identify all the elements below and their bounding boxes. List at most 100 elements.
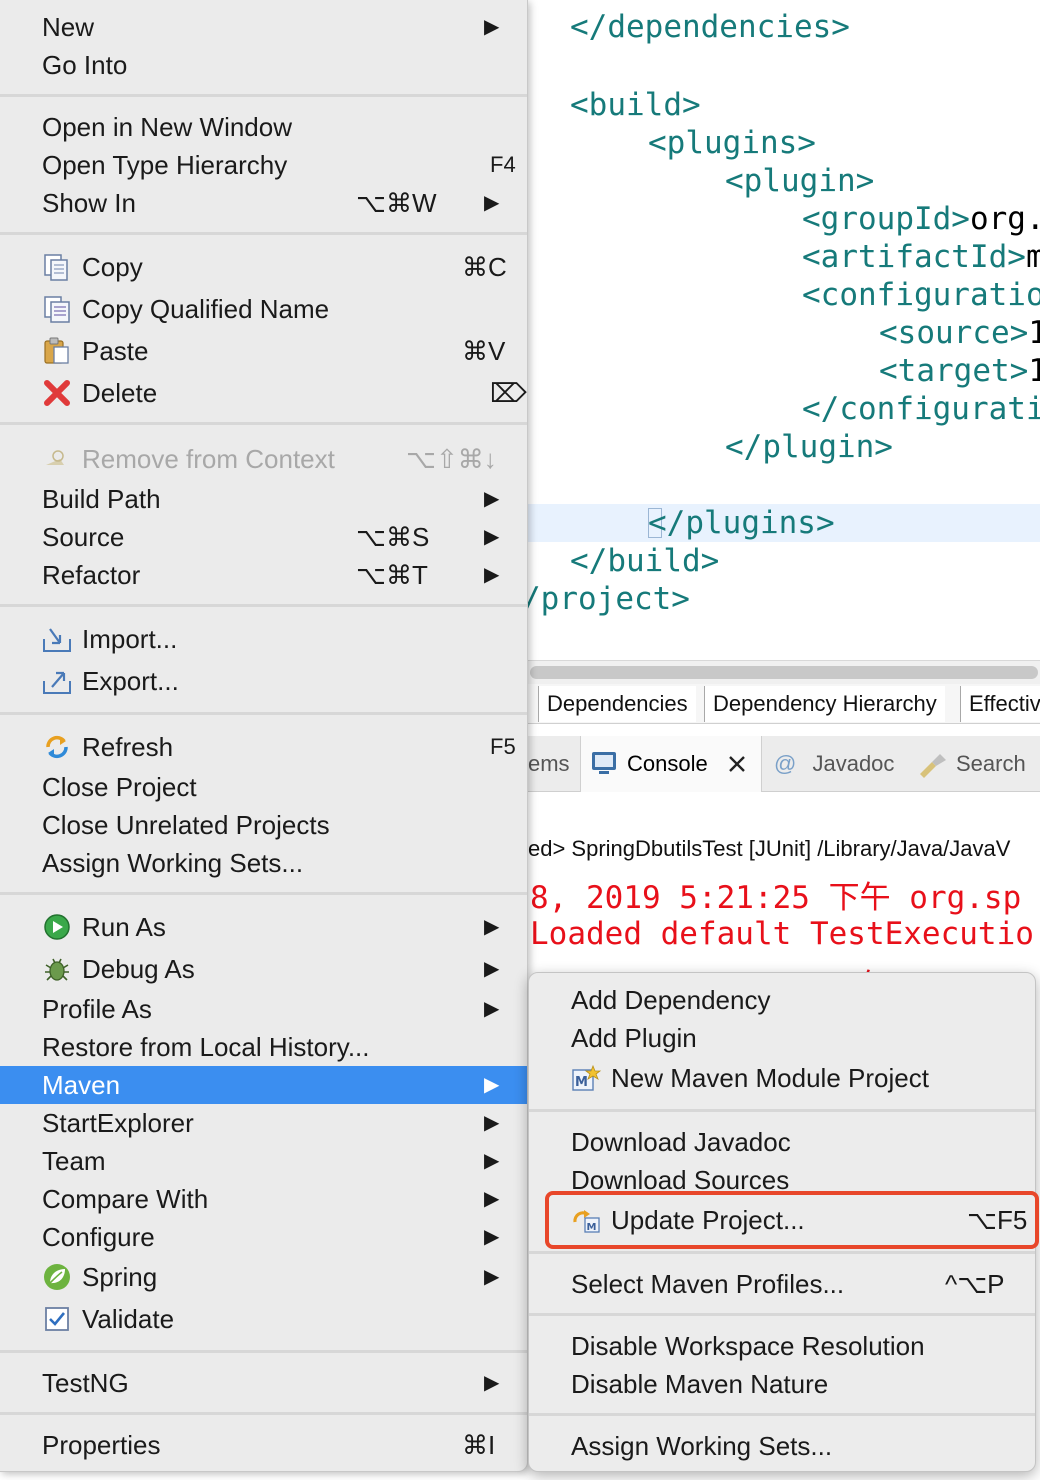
menu-item-properties[interactable]: Properties ⌘I (0, 1426, 527, 1464)
menu-separator (0, 232, 527, 235)
context-menu: New ▶ Go Into Open in New Window Open Ty… (0, 0, 528, 1472)
debug-bug-icon (45, 958, 69, 981)
code-line: </plugins> (648, 505, 835, 541)
tab-console[interactable]: Console (580, 736, 762, 792)
tab-effective-pom[interactable]: Effectiv (960, 686, 1040, 722)
submenu-item-disable-workspace-resolution[interactable]: Disable Workspace Resolution (529, 1327, 1035, 1365)
menu-item-new[interactable]: New ▶ (0, 8, 527, 46)
copy-icon (44, 254, 68, 281)
menu-item-team[interactable]: Team ▶ (0, 1142, 527, 1180)
menu-item-compare-with[interactable]: Compare With ▶ (0, 1180, 527, 1218)
menu-item-assign-working-sets[interactable]: Assign Working Sets... (0, 844, 527, 882)
menu-item-open-type-hierarchy[interactable]: Open Type Hierarchy F4 (0, 146, 527, 184)
console-icon (592, 752, 616, 774)
menu-separator (0, 422, 527, 425)
submenu-arrow-icon: ▶ (484, 1266, 500, 1288)
shortcut: ⌘I (462, 1430, 496, 1460)
submenu-arrow-icon: ▶ (484, 1188, 500, 1210)
menu-item-close-unrelated-projects[interactable]: Close Unrelated Projects (0, 806, 527, 844)
menu-separator (0, 94, 527, 97)
editor-horizontal-scrollbar[interactable] (528, 660, 1040, 684)
import-icon (43, 628, 71, 652)
shortcut: ⌥⌘W (356, 188, 437, 218)
tab-dependency-hierarchy[interactable]: Dependency Hierarchy (704, 686, 945, 722)
submenu-arrow-icon: ▶ (484, 564, 500, 586)
shortcut: F5 (490, 734, 516, 759)
menu-item-validate[interactable]: Validate (0, 1300, 527, 1338)
console-log-line: Loaded default TestExecutio (530, 916, 1034, 952)
shortcut: F4 (490, 152, 516, 177)
submenu-arrow-icon: ▶ (484, 192, 500, 214)
at-sign-icon: @ (774, 751, 797, 776)
menu-item-copy[interactable]: Copy ⌘C (0, 248, 527, 286)
submenu-item-download-javadoc[interactable]: Download Javadoc (529, 1123, 1035, 1161)
delete-icon (44, 380, 70, 406)
menu-item-source[interactable]: Source ⌥⌘S ▶ (0, 518, 527, 556)
menu-item-go-into[interactable]: Go Into (0, 46, 527, 84)
tab-problems[interactable]: ems (528, 736, 570, 792)
code-line: <plugins> (648, 125, 816, 161)
menu-separator (0, 604, 527, 607)
submenu-item-new-maven-module-project[interactable]: M New Maven Module Project (529, 1059, 1035, 1097)
run-icon (44, 914, 70, 940)
menu-item-startexplorer[interactable]: StartExplorer ▶ (0, 1104, 527, 1142)
svg-text:M: M (575, 1075, 588, 1090)
console-log-line: 8, 2019 5:21:25 下午 org.sp (530, 880, 1022, 916)
menu-item-testng[interactable]: TestNG ▶ (0, 1364, 527, 1402)
submenu-arrow-icon: ▶ (484, 1112, 500, 1134)
code-line: </build> (570, 543, 720, 579)
menu-item-copy-qualified-name[interactable]: Copy Qualified Name (0, 290, 527, 328)
copy-qualified-icon (44, 296, 70, 323)
tab-dependencies[interactable]: Dependencies (538, 686, 696, 722)
code-line: <source>1 (879, 315, 1040, 351)
menu-item-delete[interactable]: Delete ⌦ (0, 374, 527, 412)
tab-javadoc[interactable]: @ Javadoc (774, 736, 894, 792)
menu-item-show-in[interactable]: Show In ⌥⌘W ▶ (0, 184, 527, 222)
maven-module-icon: M (572, 1064, 602, 1091)
submenu-arrow-icon: ▶ (484, 998, 500, 1020)
menu-separator (0, 712, 527, 715)
menu-item-maven[interactable]: Maven ▶ (0, 1066, 527, 1104)
menu-item-refresh[interactable]: Refresh F5 (0, 728, 527, 766)
menu-item-debug-as[interactable]: Debug As ▶ (0, 950, 527, 988)
code-line: </configurati (802, 391, 1040, 427)
code-line: /project> (528, 581, 690, 617)
xml-editor[interactable]: </dependencies> <build> <plugins> <plugi… (528, 0, 1040, 660)
code-line: <plugin> (725, 163, 875, 199)
menu-item-import[interactable]: Import... (0, 620, 527, 658)
code-line: <target>1 (879, 353, 1040, 389)
menu-item-configure[interactable]: Configure ▶ (0, 1218, 527, 1256)
menu-separator (529, 1313, 1035, 1316)
menu-item-restore-from-local-history[interactable]: Restore from Local History... (0, 1028, 527, 1066)
menu-separator (529, 1413, 1035, 1416)
close-icon[interactable] (727, 754, 747, 774)
submenu-arrow-icon: ▶ (484, 16, 500, 38)
menu-separator (529, 1251, 1035, 1254)
submenu-item-disable-maven-nature[interactable]: Disable Maven Nature (529, 1365, 1035, 1403)
menu-item-export[interactable]: Export... (0, 662, 527, 700)
code-line: <artifactId>m (802, 239, 1040, 275)
menu-item-build-path[interactable]: Build Path ▶ (0, 480, 527, 518)
submenu-arrow-icon: ▶ (484, 488, 500, 510)
submenu-item-select-maven-profiles[interactable]: Select Maven Profiles... ^⌥P (529, 1265, 1035, 1303)
remove-context-icon (46, 450, 64, 465)
menu-item-close-project[interactable]: Close Project (0, 768, 527, 806)
submenu-item-add-plugin[interactable]: Add Plugin (529, 1019, 1035, 1057)
submenu-item-add-dependency[interactable]: Add Dependency (529, 981, 1035, 1019)
menu-item-refactor[interactable]: Refactor ⌥⌘T ▶ (0, 556, 527, 594)
menu-item-spring[interactable]: Spring ▶ (0, 1258, 527, 1296)
menu-separator (529, 1109, 1035, 1112)
menu-item-open-in-new-window[interactable]: Open in New Window (0, 108, 527, 146)
console-header: ed> SpringDbutilsTest [JUnit] /Library/J… (528, 836, 1011, 861)
menu-item-remove-from-context: Remove from Context ⌥⇧⌘↓ (0, 440, 527, 478)
code-line: <build> (570, 87, 701, 123)
shortcut: ⌥⌘T (356, 560, 428, 590)
submenu-arrow-icon: ▶ (484, 1372, 500, 1394)
pom-editor-tabs: Dependencies Dependency Hierarchy Effect… (528, 684, 1040, 724)
scrollbar-thumb[interactable] (530, 666, 1038, 679)
menu-item-paste[interactable]: Paste ⌘V (0, 332, 527, 370)
menu-item-profile-as[interactable]: Profile As ▶ (0, 990, 527, 1028)
submenu-arrow-icon: ▶ (484, 1150, 500, 1172)
menu-item-run-as[interactable]: Run As ▶ (0, 908, 527, 946)
submenu-item-assign-working-sets[interactable]: Assign Working Sets... (529, 1427, 1035, 1465)
